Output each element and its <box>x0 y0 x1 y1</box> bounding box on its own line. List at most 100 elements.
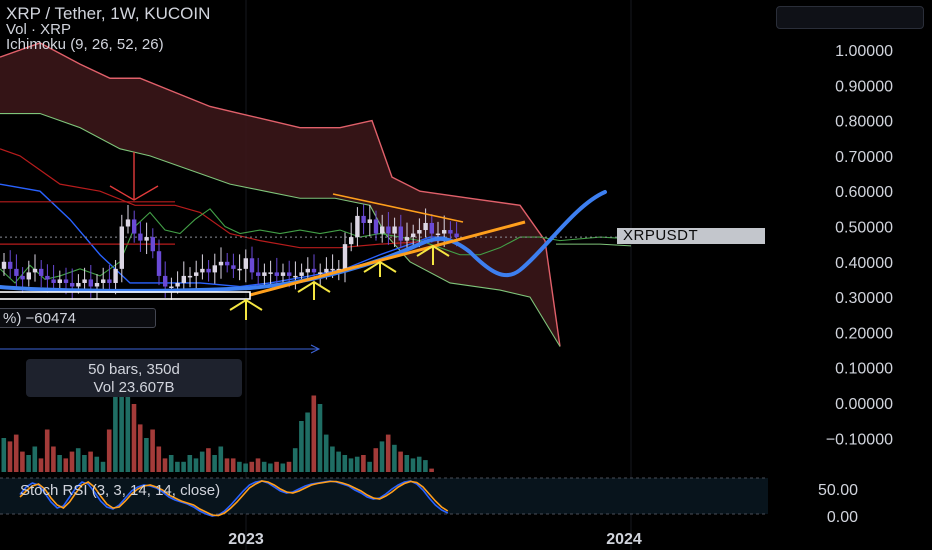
candle-body <box>435 233 441 236</box>
candle-body <box>88 279 93 287</box>
ichimoku-indicator-label[interactable]: Ichimoku (9, 26, 52, 26) <box>6 36 164 53</box>
volume-bar <box>410 458 416 472</box>
senkou-span-a-future <box>556 243 632 247</box>
candle-body <box>1 261 7 269</box>
volume-bar <box>274 461 279 472</box>
ichimoku-cloud <box>0 42 632 347</box>
candle-body <box>355 215 360 238</box>
candle-body <box>94 282 100 287</box>
measure-tooltip: 50 bars, 350d Vol 23.607B <box>26 359 242 397</box>
candle-body <box>206 268 211 273</box>
candle-body <box>181 275 186 283</box>
price-axis[interactable]: 1.00000 0.90000 0.80000 0.70000 0.60000 0.500… <box>818 43 893 526</box>
volume-bar <box>57 455 62 472</box>
volume-bar <box>317 404 323 472</box>
candle-body <box>243 258 248 269</box>
candle-body <box>423 222 428 231</box>
time-axis[interactable]: 2023 2024 <box>228 531 642 548</box>
volume-bar <box>144 438 149 472</box>
volume-bar <box>230 458 236 472</box>
time-tick-label: 2024 <box>606 531 642 548</box>
price-tick-label: 0.70000 <box>835 149 893 166</box>
candle-body <box>442 230 447 234</box>
candle-body <box>287 272 292 276</box>
volume-bar <box>212 455 217 472</box>
candle-body <box>305 268 310 273</box>
volume-bar <box>51 446 56 472</box>
volume-bar <box>237 461 242 472</box>
volume-bar <box>299 421 304 472</box>
candle-body <box>324 268 329 273</box>
time-tick-label: 2023 <box>228 531 264 548</box>
stoch-tick-label: 0.00 <box>827 509 858 526</box>
support-zone <box>0 291 251 300</box>
candle-body <box>262 272 267 276</box>
candle-body <box>392 226 397 234</box>
volume-bar <box>137 424 143 472</box>
candle-body <box>429 222 434 234</box>
candle-body <box>380 226 385 234</box>
candle-body <box>318 272 323 274</box>
price-tick-label: 0.90000 <box>835 78 893 95</box>
volume-bar <box>44 429 50 472</box>
volume-bar <box>75 448 81 472</box>
volume-bar <box>106 429 112 472</box>
candle-body <box>163 275 168 287</box>
volume-bar <box>162 458 168 472</box>
volume-bar <box>261 461 267 472</box>
volume-bar <box>330 446 335 472</box>
candle-body <box>45 275 50 280</box>
candle-body <box>249 258 255 273</box>
volume-bar <box>32 446 38 472</box>
volume-bar <box>292 448 298 472</box>
volume-bar <box>268 463 273 472</box>
candle-body <box>113 268 118 283</box>
chart-canvas[interactable]: 1.00000 0.90000 0.80000 0.70000 0.60000 0.500… <box>0 0 932 550</box>
volume-bar <box>416 456 422 472</box>
candle-body <box>411 233 416 238</box>
volume-bar <box>187 455 193 472</box>
candle-body <box>119 226 124 269</box>
candle-body <box>32 268 38 273</box>
volume-bar <box>404 455 410 472</box>
candle-body <box>274 272 279 276</box>
measure-bars-label: 50 bars, 350d <box>88 361 180 378</box>
volume-bar <box>398 451 403 472</box>
candle-body <box>218 261 224 266</box>
stoch-rsi-label[interactable]: Stoch RSI (3, 3, 14, 14, close) <box>20 482 220 499</box>
volume-bar <box>311 395 317 472</box>
volume-bar <box>63 458 69 472</box>
candle-body <box>373 219 379 234</box>
volume-bar <box>199 451 205 472</box>
candle-body <box>200 268 205 273</box>
candle-body <box>70 282 75 287</box>
volume-bar <box>286 461 292 472</box>
volume-bar <box>224 458 230 472</box>
volume-bar <box>1 438 7 472</box>
volume-bar <box>181 461 186 472</box>
candle-body <box>299 272 304 276</box>
volume-bar <box>354 456 360 472</box>
candle-body <box>404 237 410 241</box>
volume-bar <box>342 455 348 472</box>
volume-bar <box>82 455 87 472</box>
candle-body <box>417 230 422 234</box>
candle-body <box>14 268 19 276</box>
candle-body <box>268 272 273 274</box>
volume-bar <box>385 434 391 472</box>
candle-body <box>125 219 131 227</box>
candle-body <box>76 282 81 287</box>
candle-body <box>82 279 87 283</box>
volume-bar <box>13 434 19 472</box>
top-right-box[interactable] <box>776 6 924 29</box>
stoch-tick-label: 50.00 <box>818 482 858 499</box>
volume-bar <box>69 451 75 472</box>
candle-body <box>8 261 13 269</box>
candle-body <box>26 272 31 280</box>
candle-body <box>138 233 143 241</box>
candle-body <box>349 237 354 245</box>
candle-body <box>256 272 261 276</box>
price-tick-label: 0.10000 <box>835 361 893 378</box>
price-tick-label: 1.00000 <box>835 43 893 60</box>
candle-body <box>39 268 44 276</box>
